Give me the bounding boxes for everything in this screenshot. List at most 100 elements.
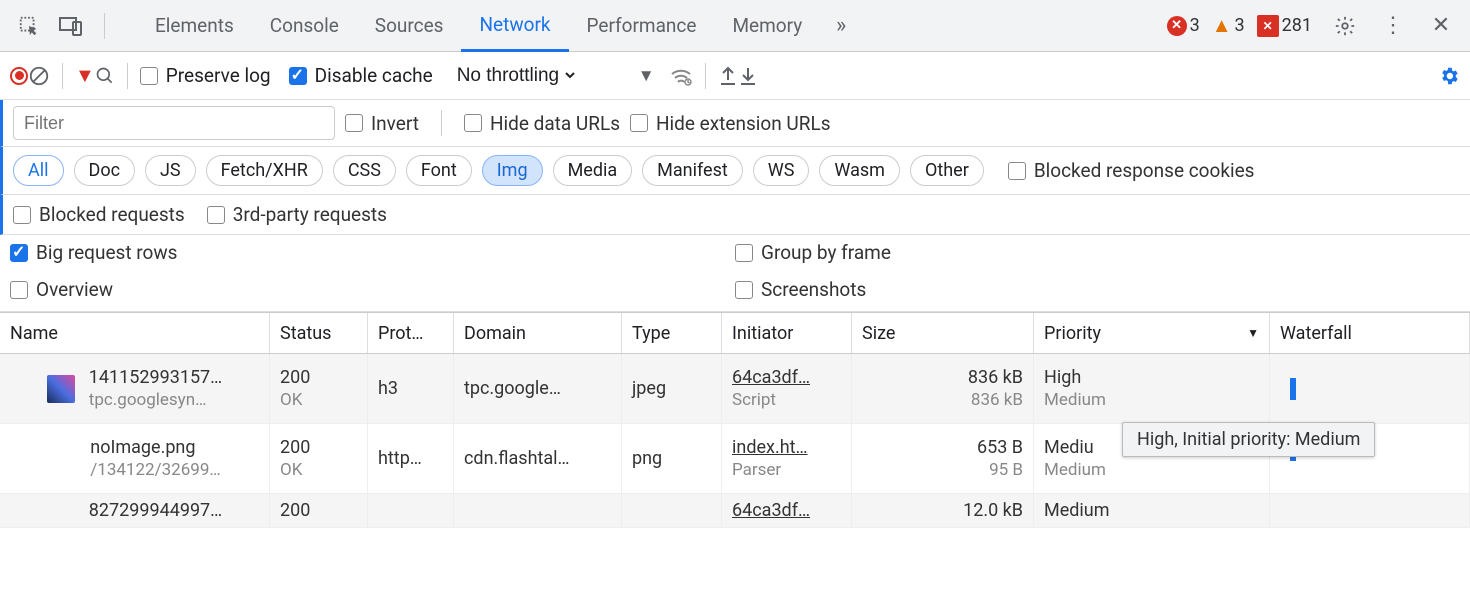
- device-toggle-icon[interactable]: [54, 9, 88, 43]
- table-row[interactable]: noImage.png/134122/32699… 200OK http… cd…: [0, 424, 1470, 494]
- hide-extension-urls-checkbox[interactable]: [630, 114, 648, 132]
- devtools-tabbar: Elements Console Sources Network Perform…: [0, 0, 1470, 52]
- record-button[interactable]: [10, 67, 28, 85]
- throttling-select[interactable]: No throttling: [451, 60, 578, 91]
- search-icon[interactable]: [95, 66, 115, 86]
- pill-manifest[interactable]: Manifest: [642, 155, 743, 186]
- divider: [127, 63, 128, 89]
- col-name[interactable]: Name: [0, 313, 270, 353]
- clear-icon[interactable]: [28, 65, 50, 87]
- third-party-label: 3rd-party requests: [233, 203, 387, 226]
- pill-other[interactable]: Other: [910, 155, 984, 186]
- panel-tabs: Elements Console Sources Network Perform…: [137, 0, 1167, 52]
- blocked-requests-checkbox[interactable]: [13, 206, 31, 224]
- table-header: Name Status Prot… Domain Type Initiator …: [0, 312, 1470, 354]
- close-icon[interactable]: ✕: [1424, 9, 1458, 43]
- cell-initiator: index.ht…Parser: [722, 424, 852, 493]
- wifi-icon[interactable]: [669, 65, 693, 87]
- error-count[interactable]: ✕3: [1167, 15, 1200, 36]
- cell-size: 12.0 kB: [852, 494, 1034, 527]
- cell-size: 836 kB836 kB: [852, 354, 1034, 423]
- tab-performance[interactable]: Performance: [569, 0, 715, 52]
- pill-wasm[interactable]: Wasm: [819, 155, 900, 186]
- table-row[interactable]: 141152993157…tpc.googlesyn… 200OK h3 tpc…: [0, 354, 1470, 424]
- cell-domain: [454, 494, 622, 527]
- overview-label: Overview: [36, 278, 113, 301]
- tab-elements[interactable]: Elements: [137, 0, 252, 52]
- cell-size: 653 B95 B: [852, 424, 1034, 493]
- divider: [62, 63, 63, 89]
- cell-type: [622, 494, 722, 527]
- table-row[interactable]: 827299944997… 200 64ca3df… 12.0 kB Mediu…: [0, 494, 1470, 528]
- screenshots-checkbox[interactable]: [735, 281, 753, 299]
- more-tabs-icon[interactable]: »: [824, 9, 858, 43]
- blocked-cookies-checkbox[interactable]: [1008, 162, 1026, 180]
- pill-all[interactable]: All: [13, 155, 64, 186]
- cell-initiator: 64ca3df…Script: [722, 354, 852, 423]
- message-count[interactable]: ✕281: [1257, 15, 1312, 37]
- priority-tooltip: High, Initial priority: Medium: [1122, 422, 1375, 457]
- cell-initiator: 64ca3df…: [722, 494, 852, 527]
- col-domain[interactable]: Domain: [454, 313, 622, 353]
- pill-ws[interactable]: WS: [753, 155, 810, 186]
- settings-gear-icon[interactable]: [1438, 65, 1460, 87]
- cell-status: 200: [270, 494, 368, 527]
- filter-input[interactable]: [13, 106, 335, 140]
- pill-fetch-xhr[interactable]: Fetch/XHR: [206, 155, 323, 186]
- waterfall-bar: [1290, 457, 1296, 461]
- pill-media[interactable]: Media: [553, 155, 633, 186]
- gear-icon[interactable]: [1328, 9, 1362, 43]
- pill-css[interactable]: CSS: [333, 155, 396, 186]
- kebab-icon[interactable]: ⋮: [1376, 9, 1410, 43]
- network-toolbar: ▼ Preserve log Disable cache No throttli…: [0, 52, 1470, 100]
- col-size[interactable]: Size: [852, 313, 1034, 353]
- preserve-log-label: Preserve log: [166, 64, 271, 87]
- third-party-checkbox[interactable]: [207, 206, 225, 224]
- hide-data-urls-checkbox[interactable]: [464, 114, 482, 132]
- col-status[interactable]: Status: [270, 313, 368, 353]
- cell-name: 141152993157…tpc.googlesyn…: [0, 354, 270, 423]
- pill-js[interactable]: JS: [145, 155, 196, 186]
- col-type[interactable]: Type: [622, 313, 722, 353]
- throttling-caret-icon[interactable]: ▼: [638, 66, 655, 86]
- pill-font[interactable]: Font: [406, 155, 472, 186]
- filter-icon[interactable]: ▼: [75, 63, 95, 88]
- table-body: 141152993157…tpc.googlesyn… 200OK h3 tpc…: [0, 354, 1470, 528]
- tab-network[interactable]: Network: [461, 0, 568, 52]
- inspect-icon[interactable]: [12, 9, 46, 43]
- cell-waterfall: [1270, 494, 1470, 527]
- upload-icon[interactable]: [718, 65, 738, 87]
- view-options: Big request rows Overview Group by frame…: [0, 235, 1470, 312]
- big-rows-checkbox[interactable]: [10, 244, 28, 262]
- group-frame-checkbox[interactable]: [735, 244, 753, 262]
- invert-checkbox[interactable]: [345, 114, 363, 132]
- pill-img[interactable]: Img: [482, 155, 543, 186]
- cell-protocol: http…: [368, 424, 454, 493]
- col-protocol[interactable]: Prot…: [368, 313, 454, 353]
- group-frame-label: Group by frame: [761, 241, 891, 264]
- cell-domain: tpc.google…: [454, 354, 622, 423]
- col-waterfall[interactable]: Waterfall: [1270, 313, 1470, 353]
- tab-console[interactable]: Console: [252, 0, 357, 52]
- resource-type-pills: All Doc JS Fetch/XHR CSS Font Img Media …: [0, 147, 1470, 195]
- tab-memory[interactable]: Memory: [714, 0, 820, 52]
- tab-sources[interactable]: Sources: [357, 0, 462, 52]
- pill-doc[interactable]: Doc: [74, 155, 136, 186]
- cell-type: png: [622, 424, 722, 493]
- overview-checkbox[interactable]: [10, 281, 28, 299]
- col-priority[interactable]: Priority: [1034, 313, 1270, 353]
- download-icon[interactable]: [738, 65, 758, 87]
- preserve-log-checkbox[interactable]: [140, 67, 158, 85]
- message-count-value: 281: [1282, 15, 1312, 36]
- divider: [441, 110, 442, 136]
- hide-extension-urls-label: Hide extension URLs: [656, 112, 831, 135]
- warning-count-value: 3: [1235, 15, 1245, 36]
- disable-cache-checkbox[interactable]: [289, 67, 307, 85]
- cell-name: 827299944997…: [0, 494, 270, 527]
- col-initiator[interactable]: Initiator: [722, 313, 852, 353]
- invert-label: Invert: [371, 112, 419, 135]
- cell-waterfall: [1270, 354, 1470, 423]
- cell-protocol: [368, 494, 454, 527]
- warning-count[interactable]: ▲3: [1212, 13, 1245, 38]
- cell-domain: cdn.flashtal…: [454, 424, 622, 493]
